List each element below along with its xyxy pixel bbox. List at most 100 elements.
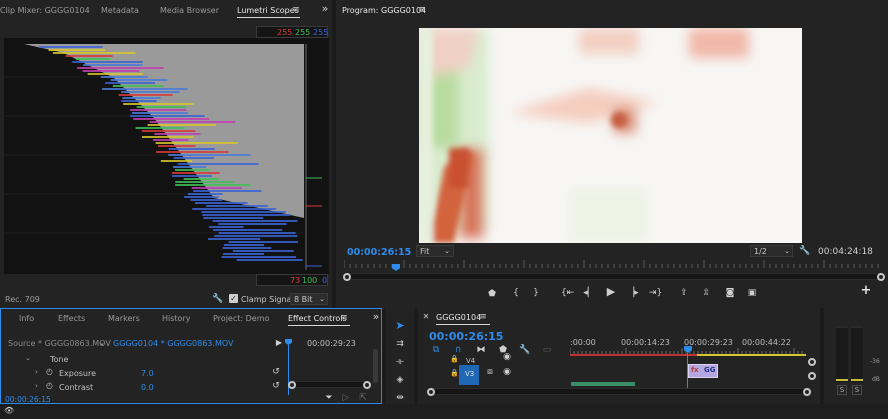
marker-icon[interactable]: ⬟	[487, 289, 497, 299]
go-to-in-icon[interactable]: {⇤	[561, 288, 574, 298]
effect-controls-overflow-icon[interactable]: »	[371, 311, 381, 322]
source-chevron-down-icon[interactable]: ⌄	[98, 338, 106, 348]
program-menu-icon[interactable]: ≡	[417, 5, 427, 15]
solo-left-button[interactable]: S	[837, 385, 847, 395]
exposure-reset-icon[interactable]: ↺	[271, 367, 281, 377]
contrast-value[interactable]: 0.0	[141, 383, 154, 392]
timeline-title[interactable]: GGGG0104	[436, 313, 481, 322]
step-forward-icon[interactable]: ▕▸	[627, 288, 639, 298]
tab-effects[interactable]: Effects	[58, 314, 85, 323]
timeline-scroll-start-handle[interactable]	[427, 388, 435, 396]
parade-scope-canvas	[4, 38, 329, 274]
tab-metadata[interactable]: Metadata	[101, 6, 139, 15]
razor-tool-icon[interactable]: ◈	[394, 375, 406, 385]
program-playhead[interactable]	[392, 264, 400, 271]
extract-icon[interactable]: ⇫	[700, 288, 712, 298]
lift-icon[interactable]: ⇪	[678, 288, 690, 298]
program-video-frame[interactable]	[419, 28, 802, 243]
track-v3-label: V3	[465, 370, 475, 378]
captions-icon[interactable]: ▭	[541, 345, 553, 355]
exposure-stopwatch-icon[interactable]: ◴	[46, 367, 53, 376]
tab-project-demo[interactable]: Project: Demo	[213, 314, 269, 323]
nest-icon[interactable]: ⧉	[430, 345, 442, 355]
timeline-scroll-end-handle[interactable]	[803, 388, 811, 396]
selection-tool-icon[interactable]: ➤	[394, 320, 406, 331]
v3-eye-icon[interactable]: ◉	[502, 367, 512, 377]
timeline-settings-icon[interactable]: 🔧	[519, 345, 531, 355]
program-current-timecode[interactable]: 00:00:26:15	[347, 247, 411, 258]
tab-lumetri-scopes[interactable]: Lumetri Scopes	[237, 6, 299, 15]
contrast-expand-arrow-icon[interactable]: ›	[35, 382, 38, 390]
program-monitor-title[interactable]: Program: GGGG0104	[342, 6, 426, 15]
v3-toggle-sync-icon[interactable]: ⧈	[485, 367, 495, 377]
tab-markers[interactable]: Markers	[108, 314, 140, 323]
zoom-chevron-down-icon: ⌄	[444, 247, 450, 255]
track-v4-label[interactable]: V4	[466, 357, 475, 365]
lumetri-menu-icon[interactable]: ≡	[291, 5, 301, 15]
ec-timecode[interactable]: 00:00:26:15	[5, 395, 51, 404]
compare-icon[interactable]: ▣	[746, 288, 758, 298]
play-icon[interactable]: ▶	[605, 286, 617, 297]
tab-info[interactable]: Info	[19, 314, 34, 323]
tab-clip-mixer[interactable]: Clip Mixer: GGGG0104	[0, 6, 90, 15]
program-time-ruler[interactable]	[344, 260, 884, 268]
ec-scrollbar[interactable]	[290, 381, 370, 388]
wrench-icon[interactable]: 🔧	[212, 294, 223, 304]
settings-wrench-icon[interactable]: 🔧	[799, 246, 810, 256]
out-point-icon[interactable]: }	[531, 288, 541, 298]
filter-icon[interactable]: ⏷	[324, 393, 334, 403]
status-eye-icon[interactable]: 👁	[4, 406, 14, 416]
sequence-clip-link[interactable]: GGGG0104 * GGGG0863.MOV	[113, 339, 233, 348]
meter-level-left	[836, 379, 848, 381]
clamp-signal-checkbox[interactable]: ✓	[229, 294, 238, 303]
slip-tool-icon[interactable]: ⇹	[394, 393, 406, 403]
export-frame-icon[interactable]: ◙	[724, 288, 736, 298]
exposure-expand-arrow-icon[interactable]: ›	[35, 368, 38, 376]
ec-scroll-start-handle[interactable]	[288, 381, 296, 389]
track-right-handle[interactable]	[808, 372, 816, 380]
step-back-icon[interactable]: ◂▏	[583, 288, 595, 298]
ec-vertical-scrollbar[interactable]	[373, 349, 378, 383]
effect-controls-menu-icon[interactable]: ≡	[339, 313, 349, 323]
solo-right-button[interactable]: S	[852, 385, 862, 395]
status-bar	[0, 404, 888, 419]
play-only-audio-icon[interactable]: ▶	[275, 338, 283, 348]
v4-lock-icon[interactable]: 🔒	[450, 354, 459, 364]
export-icon[interactable]: ⇱	[358, 393, 368, 403]
ruler-right-handle[interactable]	[808, 358, 816, 366]
track-select-tool-icon[interactable]: ⇉	[394, 339, 406, 349]
tab-history[interactable]: History	[162, 314, 190, 323]
timeline-close-icon[interactable]: ✕	[422, 312, 430, 322]
contrast-reset-icon[interactable]: ↺	[271, 381, 281, 391]
lower-track-clip[interactable]	[571, 382, 635, 386]
clamp-signal-label: Clamp Signal	[241, 295, 294, 304]
timeline-menu-icon[interactable]: ≡	[478, 312, 488, 322]
tab-effect-controls[interactable]: Effect Controls	[288, 314, 347, 323]
lumetri-scopes-panel: Clip Mixer: GGGG0104 Metadata Media Brow…	[0, 0, 332, 308]
scopes-overflow-icon[interactable]: »	[320, 3, 330, 14]
program-scrollbar[interactable]	[344, 273, 884, 280]
linked-selection-icon[interactable]: ⧓	[475, 345, 487, 355]
timeline-panel: ✕ GGGG0104 ≡ 00:00:26:15 ⧉ ∩ ⧓ ⬟ 🔧 ▭ :00…	[418, 308, 820, 404]
tab-media-browser[interactable]: Media Browser	[160, 6, 219, 15]
tools-panel: ➤ ⇉ ⟛ ◈ ⇹	[386, 308, 414, 404]
contrast-stopwatch-icon[interactable]: ◴	[46, 381, 53, 390]
v4-eye-icon[interactable]: ◉	[502, 352, 512, 362]
timeline-scrollbar[interactable]	[428, 388, 810, 395]
play-audio-icon[interactable]: ▷	[341, 393, 351, 403]
timeline-timecode[interactable]: 00:00:26:15	[429, 330, 503, 343]
ruler-label-2: 00:00:29:23	[684, 338, 733, 347]
in-point-icon[interactable]: {	[511, 288, 521, 298]
ripple-edit-tool-icon[interactable]: ⟛	[394, 357, 406, 367]
scroll-end-handle[interactable]	[877, 273, 885, 281]
meter-right-channel	[851, 326, 863, 382]
v3-lock-icon[interactable]: 🔒	[450, 368, 459, 378]
scroll-start-handle[interactable]	[343, 273, 351, 281]
exposure-value[interactable]: 7.0	[141, 369, 154, 378]
tone-group-label: Tone	[50, 355, 69, 364]
tone-expand-arrow-icon[interactable]: ⌄	[25, 354, 31, 362]
bottom-value-blue: 0	[322, 276, 328, 285]
go-to-out-icon[interactable]: ⇥}	[649, 288, 662, 298]
add-button-icon[interactable]: +	[860, 284, 872, 297]
ec-scroll-end-handle[interactable]	[363, 381, 371, 389]
